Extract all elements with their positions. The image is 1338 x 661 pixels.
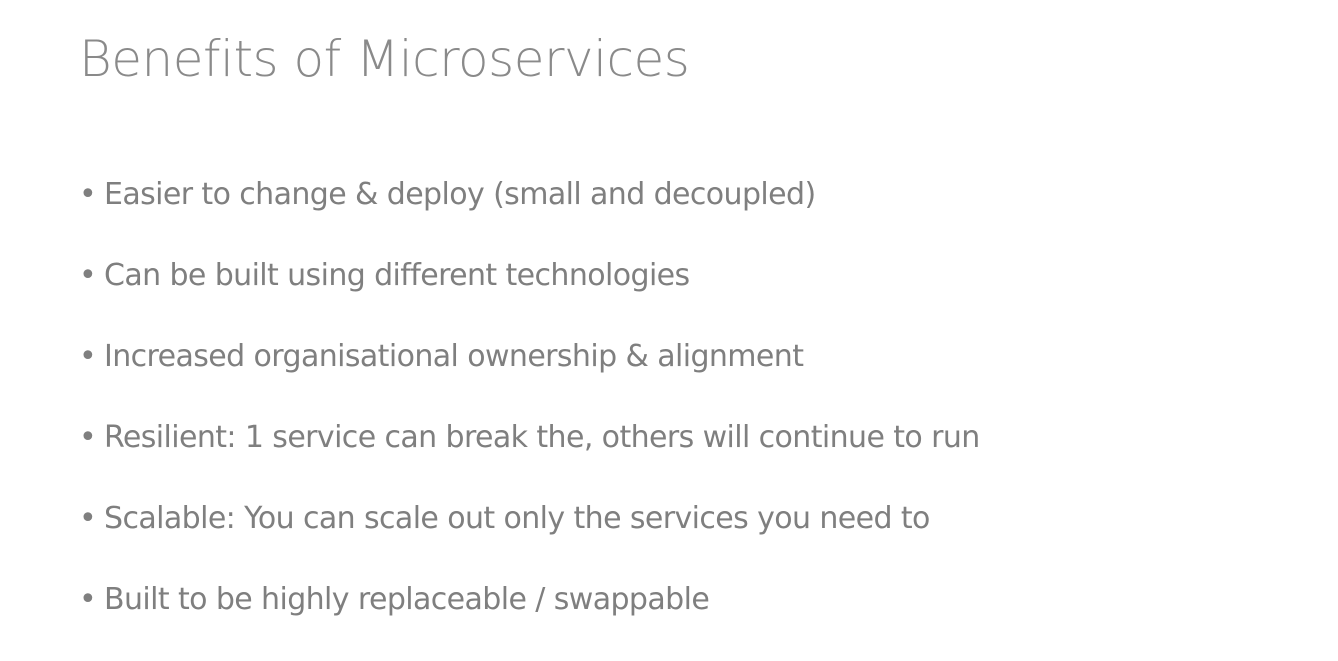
bullet-text: Increased organisational ownership & ali… [104, 339, 804, 374]
bullet-icon: • [79, 258, 97, 293]
bullet-icon: • [79, 177, 97, 212]
bullet-text: Scalable: You can scale out only the ser… [104, 501, 930, 536]
slide-title: Benefits of Microservices [79, 30, 690, 88]
bullet-icon: • [79, 501, 97, 536]
slide: Benefits of Microservices • Easier to ch… [0, 0, 1338, 661]
bullet-text: Can be built using different technologie… [104, 258, 690, 293]
bullet-icon: • [79, 420, 97, 455]
bullet-text: Resilient: 1 service can break the, othe… [104, 420, 980, 455]
bullet-text: Built to be highly replaceable / swappab… [104, 582, 710, 617]
bullet-text: Easier to change & deploy (small and dec… [104, 177, 816, 212]
bullet-icon: • [79, 339, 97, 374]
bullet-icon: • [79, 582, 97, 617]
